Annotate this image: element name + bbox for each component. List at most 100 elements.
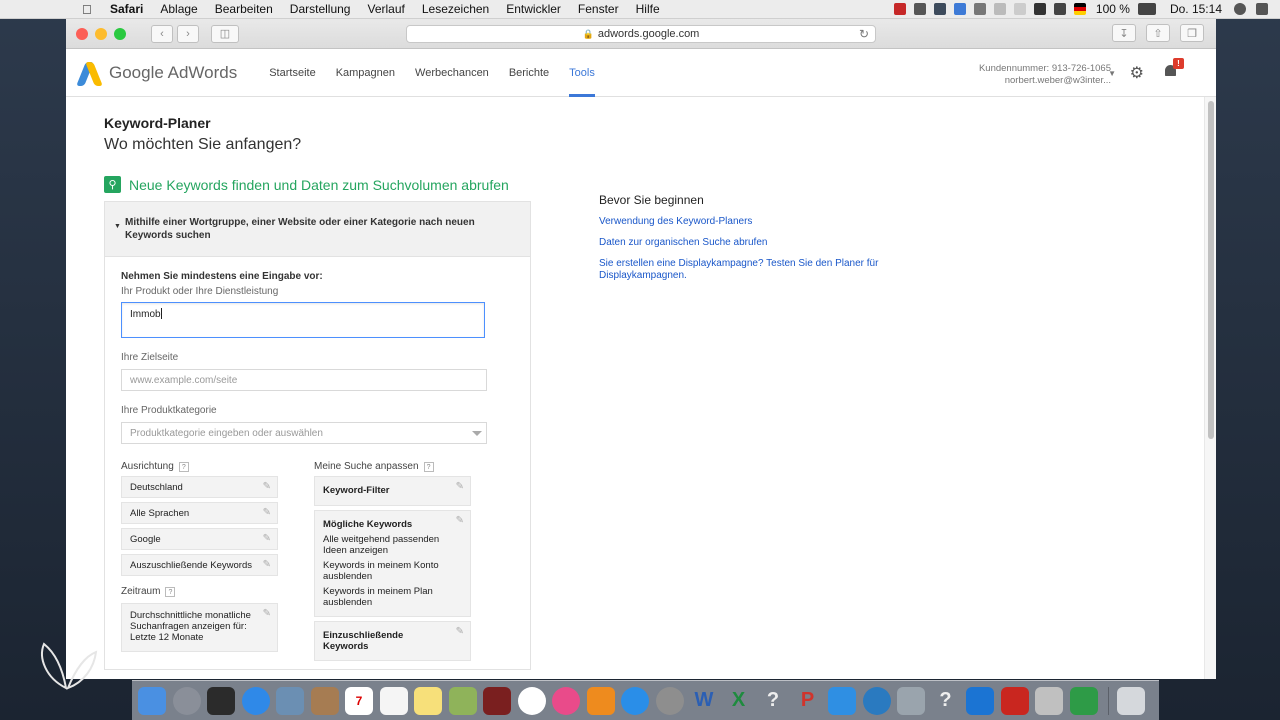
nav-tab-tools[interactable]: Tools xyxy=(560,49,604,97)
link-organic-search-data[interactable]: Daten zur organischen Suche abrufen xyxy=(599,237,899,249)
menu-bearbeiten[interactable]: Bearbeiten xyxy=(215,2,273,16)
reminders-icon[interactable] xyxy=(379,686,408,715)
tray-app-icon[interactable] xyxy=(913,3,926,15)
messenger-icon[interactable] xyxy=(828,686,856,715)
downloads-button[interactable]: ↧ xyxy=(1112,24,1136,42)
apple-icon[interactable]:  xyxy=(82,2,98,17)
safari-icon[interactable] xyxy=(241,686,270,715)
period-selector[interactable]: Durchschnittliche monatliche Suchanfrage… xyxy=(121,603,278,652)
help-app-icon[interactable]: ? xyxy=(759,687,787,715)
spotlight-icon[interactable] xyxy=(1234,3,1246,15)
menu-fenster[interactable]: Fenster xyxy=(578,2,619,16)
product-category-select[interactable]: Produktkategorie eingeben oder auswählen xyxy=(121,422,487,444)
adwords-logo[interactable]: Google AdWords xyxy=(76,61,237,86)
sidebar-toggle-button[interactable]: ◫ xyxy=(211,24,239,43)
menu-verlauf[interactable]: Verlauf xyxy=(367,2,404,16)
targeting-negative-keywords[interactable]: Auszuschließende Keywords ✎ xyxy=(121,554,278,576)
keyword-filter-card[interactable]: Keyword-Filter ✎ xyxy=(314,476,471,506)
battery-percent[interactable]: 100 % xyxy=(1096,2,1130,16)
app-icon[interactable] xyxy=(1035,686,1063,715)
stickies-icon[interactable] xyxy=(414,686,442,715)
battery-icon[interactable] xyxy=(1137,3,1156,15)
nav-tab-kampagnen[interactable]: Kampagnen xyxy=(327,49,404,97)
camtasia-icon[interactable] xyxy=(1069,686,1098,715)
airplay-icon[interactable] xyxy=(973,3,986,15)
network-globe-icon[interactable] xyxy=(862,686,891,715)
mission-control-icon[interactable] xyxy=(207,686,235,715)
bluetooth-icon[interactable] xyxy=(1013,3,1026,15)
contacts-icon[interactable] xyxy=(448,686,477,715)
itunes-icon[interactable] xyxy=(552,686,580,715)
page-scrollbar[interactable] xyxy=(1204,97,1216,679)
forward-button[interactable]: › xyxy=(177,24,199,43)
menu-hilfe[interactable]: Hilfe xyxy=(636,2,660,16)
link-display-planner[interactable]: Sie erstellen eine Displaykampagne? Test… xyxy=(599,258,899,282)
landing-page-input[interactable]: www.example.com/seite xyxy=(121,369,487,391)
share-button[interactable]: ⇧ xyxy=(1146,24,1170,42)
menu-app-name[interactable]: Safari xyxy=(110,2,143,16)
menu-ablage[interactable]: Ablage xyxy=(160,2,197,16)
time-machine-icon[interactable] xyxy=(993,3,1006,15)
reload-icon[interactable]: ↻ xyxy=(859,27,869,41)
zoom-window-button[interactable] xyxy=(114,27,126,40)
panel-header[interactable]: ▼ Mithilfe einer Wortgruppe, einer Websi… xyxy=(105,202,530,257)
help-icon[interactable]: ? xyxy=(165,586,176,597)
nav-tab-startseite[interactable]: Startseite xyxy=(260,49,324,97)
section-title[interactable]: Neue Keywords finden und Daten zum Suchv… xyxy=(129,177,509,193)
product-input[interactable]: Immob xyxy=(121,302,485,338)
tabs-overview-button[interactable]: ❐ xyxy=(1180,24,1204,42)
minimize-window-button[interactable] xyxy=(95,27,107,40)
gear-icon[interactable]: ⚙ xyxy=(1130,63,1144,83)
address-bar[interactable]: 🔒 adwords.google.com ↻ xyxy=(406,25,876,43)
help-icon[interactable]: ? xyxy=(178,461,189,472)
nav-tab-werbechancen[interactable]: Werbechancen xyxy=(406,49,498,97)
wifi-icon[interactable] xyxy=(1033,3,1046,15)
find-keywords-section[interactable]: ⚲ Neue Keywords finden und Daten zum Suc… xyxy=(104,176,1204,193)
help-icon[interactable]: ? xyxy=(423,461,434,472)
menu-lesezeichen[interactable]: Lesezeichen xyxy=(422,2,489,16)
powerpoint-icon[interactable]: P xyxy=(794,687,822,715)
close-window-button[interactable] xyxy=(76,27,88,40)
account-switcher[interactable]: Kundennummer: 913-726-1065 norbert.weber… xyxy=(979,63,1111,87)
notes-brown-icon[interactable] xyxy=(310,686,339,715)
trash-icon[interactable] xyxy=(1117,686,1145,715)
chevron-down-icon[interactable]: ▼ xyxy=(1108,69,1116,78)
targeting-location[interactable]: Deutschland ✎ xyxy=(121,476,278,498)
tray-app-icon[interactable] xyxy=(893,3,906,15)
include-keywords-card[interactable]: Einzuschließende Keywords ✎ xyxy=(314,621,471,661)
photo-booth-icon[interactable] xyxy=(483,686,511,715)
app-store-icon[interactable] xyxy=(621,686,649,715)
back-button[interactable]: ‹ xyxy=(151,24,173,43)
pencil-icon: ✎ xyxy=(262,507,271,518)
utility-icon[interactable] xyxy=(897,686,925,715)
help-app-icon[interactable]: ? xyxy=(932,687,960,715)
german-flag-icon[interactable] xyxy=(1073,3,1086,15)
preview-icon[interactable] xyxy=(276,686,304,715)
pencil-icon: ✎ xyxy=(262,608,271,619)
finder-icon[interactable] xyxy=(138,686,166,715)
notifications-button[interactable]: ! xyxy=(1164,58,1184,78)
dropbox-icon[interactable] xyxy=(933,3,946,15)
menu-entwickler[interactable]: Entwickler xyxy=(506,2,561,16)
menubar-clock[interactable]: Do. 15:14 xyxy=(1170,2,1222,16)
targeting-network[interactable]: Google ✎ xyxy=(121,528,278,550)
possible-keywords-card[interactable]: Mögliche Keywords Alle weitgehend passen… xyxy=(314,510,471,617)
menu-darstellung[interactable]: Darstellung xyxy=(290,2,351,16)
launchpad-icon[interactable] xyxy=(172,686,201,715)
acrobat-icon[interactable] xyxy=(1000,686,1029,715)
teamviewer-icon[interactable] xyxy=(966,686,994,715)
word-icon[interactable]: W xyxy=(690,687,718,715)
scrollbar-thumb[interactable] xyxy=(1208,101,1214,439)
notification-center-icon[interactable] xyxy=(1256,3,1268,15)
link-keyword-planner-usage[interactable]: Verwendung des Keyword-Planers xyxy=(599,216,899,228)
targeting-language[interactable]: Alle Sprachen ✎ xyxy=(121,502,278,524)
excel-icon[interactable]: X xyxy=(725,687,753,715)
volume-icon[interactable] xyxy=(1053,3,1066,15)
ibooks-icon[interactable] xyxy=(586,686,615,715)
calendar-icon[interactable]: 7 xyxy=(345,686,373,715)
product-input-value: Immob xyxy=(130,309,161,320)
nav-tab-berichte[interactable]: Berichte xyxy=(500,49,558,97)
photos-icon[interactable] xyxy=(517,686,546,715)
tray-app-icon[interactable] xyxy=(953,3,966,15)
system-preferences-icon[interactable] xyxy=(655,686,684,715)
